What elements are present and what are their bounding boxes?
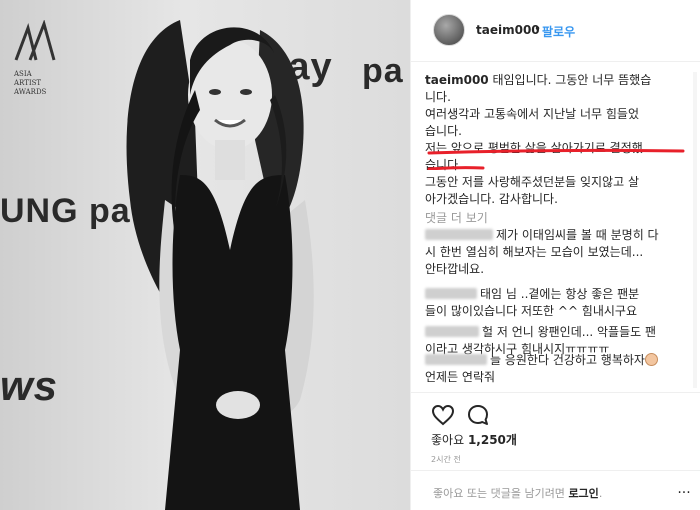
blurred-username <box>425 326 479 337</box>
caption-line: 니다. <box>425 90 451 104</box>
caption-line-highlighted: 습니다. <box>425 158 462 172</box>
post-sidebar: taeim000 • 팔로우 taeim000 태임입니다. 그동안 너무 뜸했… <box>411 0 700 510</box>
comment-text: 들이 많이있습니다 저또한 ^^ 힘내시구요 <box>425 304 638 318</box>
comment-text: 시 한번 열심히 해보자는 모습이 보였는데... <box>425 245 644 259</box>
svg-text:ARTIST: ARTIST <box>13 79 41 87</box>
svg-text:AWARDS: AWARDS <box>13 88 47 96</box>
comment-item: 늘 응원한다 건강하고 행복하자 언제든 연락줘 <box>425 352 687 386</box>
caption-line: 여러생각과 고통속에서 지난날 너무 힘들었 <box>425 107 639 121</box>
post-photo[interactable]: ASIA ARTIST AWARDS gpay UNG pa ws pa <box>0 0 410 510</box>
sponsor-text-news: ws <box>0 362 59 409</box>
blurred-username <box>425 288 477 299</box>
svg-text:ASIA: ASIA <box>13 70 33 78</box>
login-prompt-suffix: . <box>598 487 603 500</box>
caption-line-highlighted: 저는 앞으로 평범한 삶을 살아가기로 결정했 <box>425 141 643 155</box>
person-figure <box>126 20 314 510</box>
flexed-arm-emoji-icon <box>644 353 658 366</box>
asia-artist-awards-logo: ASIA ARTIST AWARDS <box>13 20 56 96</box>
comment-text: 늘 응원한다 건강하고 행복하자 <box>490 353 645 367</box>
login-prompt-text: 좋아요 또는 댓글을 남기려면 <box>433 487 569 500</box>
blurred-username <box>425 354 487 365</box>
comment-text: 언제든 연락줘 <box>425 370 496 384</box>
separator-dot: • <box>534 22 542 36</box>
post-header: taeim000 • 팔로우 <box>411 0 700 62</box>
author-username[interactable]: taeim000 <box>476 23 540 37</box>
comment-text: 태임 님 ..곁에는 항상 좋은 팬분 <box>480 287 640 301</box>
blurred-username <box>425 229 493 240</box>
more-options-icon[interactable]: ... <box>673 481 695 499</box>
likes-number: 1,250개 <box>467 433 517 447</box>
likes-label: 좋아요 <box>431 433 468 447</box>
comment-text: 헐 저 언니 왕팬인데... 악플들도 팬 <box>482 325 657 339</box>
comments-list[interactable]: taeim000 태임입니다. 그동안 너무 뜸했습 니다. 여러생각과 고통속… <box>411 62 700 392</box>
post-caption: taeim000 태임입니다. 그동안 너무 뜸했습 니다. 여러생각과 고통속… <box>425 72 685 208</box>
post-timestamp[interactable]: 2시간 전 <box>431 454 461 465</box>
login-prompt: 좋아요 또는 댓글을 남기려면 로그인. <box>433 485 602 501</box>
comment-text: 제가 이태임씨를 볼 때 분명히 다 <box>496 228 659 242</box>
caption-line: 그동안 저를 사랑해주셨던분들 잊지않고 살 <box>425 175 639 189</box>
load-more-comments[interactable]: 댓글 더 보기 <box>425 209 488 226</box>
likes-count[interactable]: 좋아요 1,250개 <box>431 431 517 448</box>
heart-icon[interactable] <box>431 403 455 427</box>
comment-item: 제가 이태임씨를 볼 때 분명히 다 시 한번 열심히 해보자는 모습이 보였는… <box>425 227 687 278</box>
caption-line: 습니다. <box>425 124 462 138</box>
login-link[interactable]: 로그인 <box>568 487 598 500</box>
comments-scrollbar[interactable] <box>693 72 697 388</box>
caption-line: 태임입니다. 그동안 너무 뜸했습 <box>488 73 652 87</box>
comment-item: 태임 님 ..곁에는 항상 좋은 팬분 들이 많이있습니다 저또한 ^^ 힘내시… <box>425 286 687 320</box>
comment-bubble-icon[interactable] <box>466 403 490 427</box>
comment-text: 안타깝네요. <box>425 262 485 276</box>
comment-login-bar: 좋아요 또는 댓글을 남기려면 로그인. ... <box>411 470 700 510</box>
caption-username[interactable]: taeim000 <box>425 73 489 87</box>
follow-button[interactable]: 팔로우 <box>542 23 575 40</box>
caption-line: 아가겠습니다. 감사합니다. <box>425 192 558 206</box>
avatar[interactable] <box>433 14 465 46</box>
